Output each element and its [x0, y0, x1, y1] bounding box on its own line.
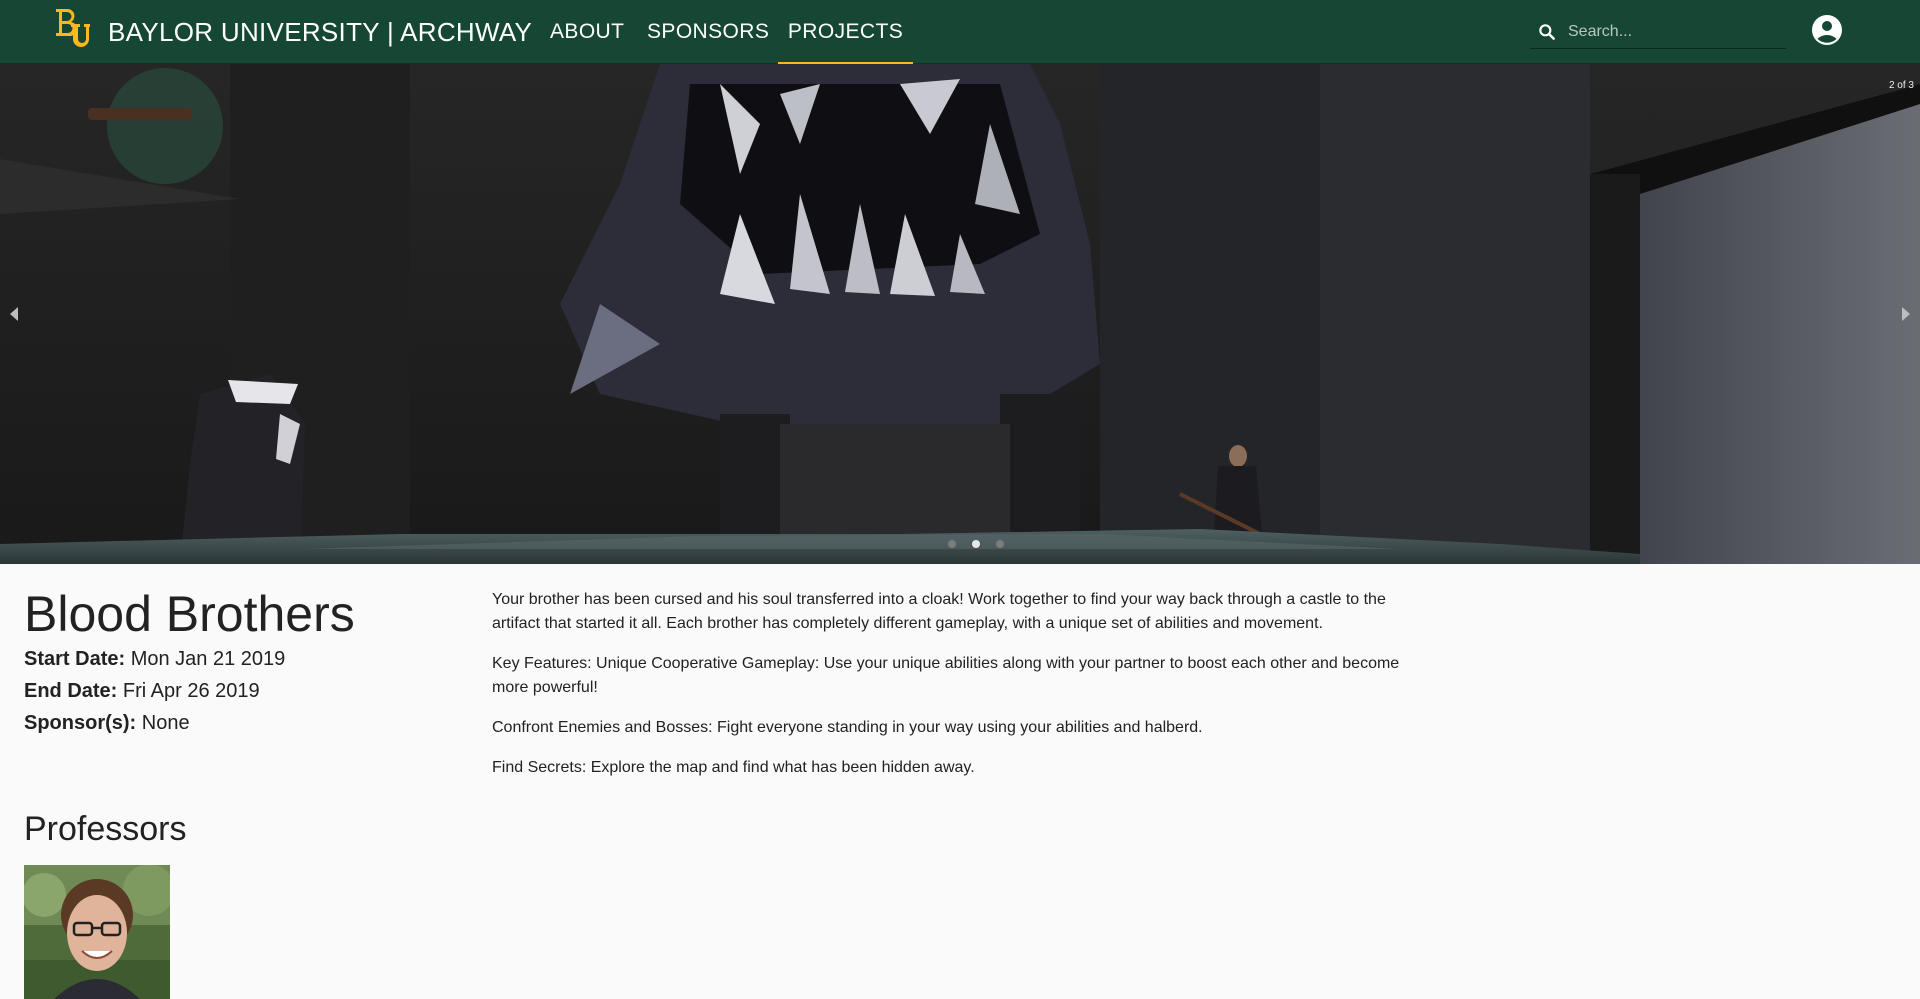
description-paragraph: Find Secrets: Explore the map and find w… — [492, 759, 975, 776]
end-date-label: End Date: — [24, 680, 118, 702]
search-icon — [1539, 24, 1555, 40]
end-date: End Date: Fri Apr 26 2019 — [24, 680, 260, 703]
top-app-bar: BAYLOR UNIVERSITY | ARCHWAY ABOUT SPONSO… — [0, 0, 1920, 64]
start-date-label: Start Date: — [24, 648, 126, 670]
sponsors-label: Sponsor(s): — [24, 712, 137, 734]
description-paragraph: Confront Enemies and Bosses: Fight every… — [492, 719, 1203, 736]
start-date: Start Date: Mon Jan 21 2019 — [24, 648, 285, 671]
carousel-dot-3[interactable] — [996, 540, 1004, 548]
baylor-bu-logo[interactable] — [54, 7, 90, 49]
project-title: Blood Brothers — [24, 586, 355, 642]
slide-counter: 2 of 3 — [1888, 80, 1914, 91]
carousel-dot-1[interactable] — [948, 540, 956, 548]
account-circle-icon[interactable] — [1811, 14, 1843, 46]
nav-sponsors[interactable]: SPONSORS — [647, 0, 769, 64]
sponsors-value: None — [141, 712, 190, 734]
search-box — [1530, 16, 1786, 49]
carousel-dot-2[interactable] — [972, 540, 980, 548]
image-carousel: 2 of 3 — [0, 64, 1920, 564]
start-date-value: Mon Jan 21 2019 — [130, 648, 286, 670]
chevron-right-icon[interactable] — [1896, 299, 1916, 329]
project-description: Your brother has been cursed and his sou… — [492, 588, 1432, 796]
search-input[interactable] — [1566, 18, 1784, 46]
nav-about[interactable]: ABOUT — [550, 0, 624, 64]
end-date-value: Fri Apr 26 2019 — [122, 680, 260, 702]
professor-avatar[interactable] — [24, 865, 170, 999]
professors-heading: Professors — [24, 810, 187, 848]
game-screenshot — [0, 64, 1920, 564]
description-paragraph: Key Features: Unique Cooperative Gamepla… — [492, 655, 1400, 696]
carousel-dots — [948, 540, 1014, 550]
professor-portrait — [24, 865, 170, 999]
brand-title[interactable]: BAYLOR UNIVERSITY | ARCHWAY — [108, 0, 532, 64]
sponsors: Sponsor(s): None — [24, 712, 190, 735]
description-paragraph: Your brother has been cursed and his sou… — [492, 591, 1386, 632]
nav-projects[interactable]: PROJECTS — [778, 0, 913, 64]
chevron-left-icon[interactable] — [4, 299, 24, 329]
